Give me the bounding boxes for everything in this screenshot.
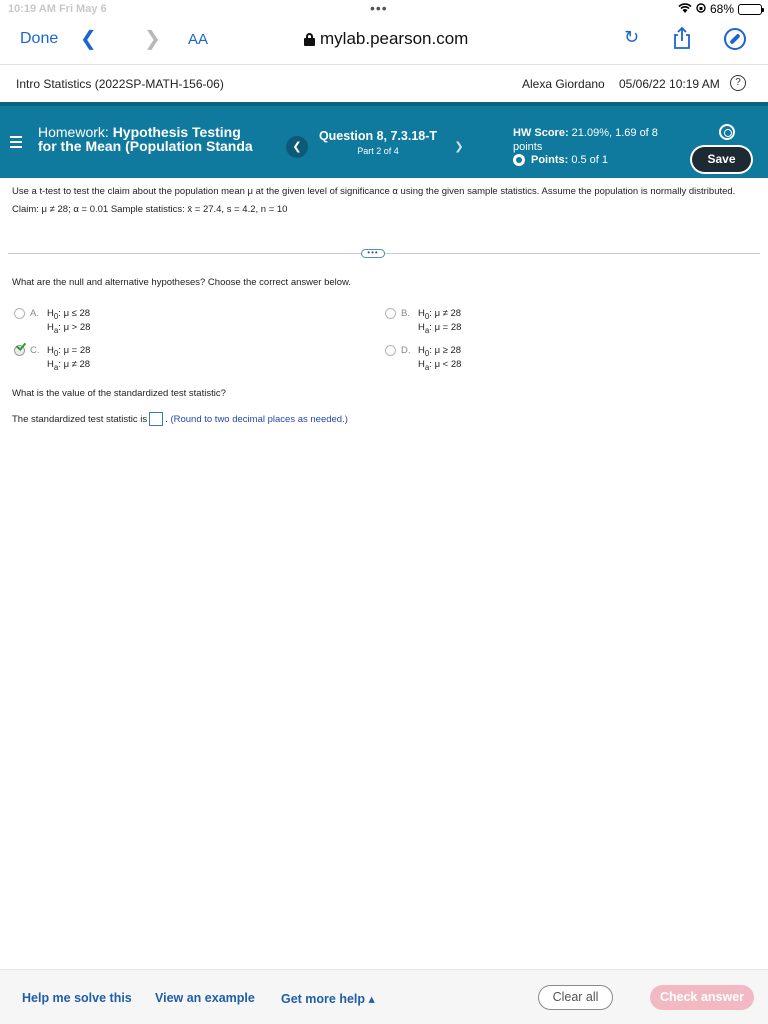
option-d[interactable]: D. H0: μ ≥ 28 Ha: μ < 28 bbox=[385, 344, 685, 372]
previous-question-button[interactable]: ❮ bbox=[286, 136, 308, 158]
view-example-link[interactable]: View an example bbox=[155, 991, 255, 1005]
option-a[interactable]: A. H0: μ ≤ 28 Ha: μ > 28 bbox=[14, 307, 314, 335]
reload-icon[interactable]: ↻ bbox=[624, 27, 639, 48]
ha-text: μ = 28 bbox=[434, 322, 462, 333]
status-bar: 10:19 AM Fri May 6 ••• 68% bbox=[0, 0, 768, 20]
h0-text: μ ≠ 28 bbox=[434, 308, 462, 319]
claim-text: Claim: μ ≠ 28; α = 0.01 Sample statistic… bbox=[12, 204, 288, 215]
answer-row: The standardized test statistic is . (Ro… bbox=[12, 412, 348, 426]
problem-text: Use a t-test to test the claim about the… bbox=[12, 186, 736, 197]
battery-icon bbox=[738, 3, 764, 15]
hw-score-unit: points bbox=[513, 141, 543, 153]
ha-text: μ ≠ 28 bbox=[63, 359, 91, 370]
settings-gear-icon[interactable] bbox=[719, 124, 735, 140]
points-pie-icon bbox=[513, 154, 525, 166]
radio-button[interactable] bbox=[385, 308, 396, 319]
radio-button[interactable] bbox=[385, 345, 396, 356]
expand-problem-button[interactable]: ••• bbox=[361, 249, 385, 258]
user-name: Alexa Giordano bbox=[522, 77, 605, 91]
bottom-action-bar: Help me solve this View an example Get m… bbox=[0, 969, 768, 1024]
option-letter: C. bbox=[30, 345, 40, 356]
question-points: Points: 0.5 of 1 bbox=[513, 154, 608, 166]
hw-score-label: HW Score: bbox=[513, 127, 569, 139]
get-more-help-link[interactable]: Get more help ▴ bbox=[281, 991, 375, 1006]
test-statistic-input[interactable] bbox=[149, 412, 164, 426]
status-right: 68% bbox=[678, 2, 764, 16]
option-c[interactable]: C. H0: μ = 28 Ha: μ ≠ 28 bbox=[14, 340, 314, 372]
url-text: mylab.pearson.com bbox=[320, 29, 469, 48]
alt-hypothesis: Ha: μ > 28 bbox=[47, 322, 91, 335]
option-letter: D. bbox=[401, 345, 411, 356]
h0-text: μ = 28 bbox=[63, 345, 91, 356]
rounding-hint: . (Round to two decimal places as needed… bbox=[165, 413, 348, 425]
points-value: 0.5 of 1 bbox=[568, 154, 609, 166]
battery-percent: 68% bbox=[709, 2, 734, 16]
option-letter: B. bbox=[401, 308, 410, 319]
compass-icon[interactable] bbox=[724, 28, 746, 50]
current-datetime: 05/06/22 10:19 AM bbox=[619, 77, 720, 91]
check-answer-button[interactable]: Check answer bbox=[650, 985, 754, 1010]
option-letter: A. bbox=[30, 308, 39, 319]
question-prompt: What are the null and alternative hypoth… bbox=[12, 277, 352, 288]
save-button[interactable]: Save bbox=[690, 145, 753, 174]
forward-chevron-icon[interactable]: ❯ bbox=[144, 26, 161, 51]
orientation-lock-icon bbox=[696, 2, 706, 16]
question-prompt-2: What is the value of the standardized te… bbox=[12, 388, 226, 399]
help-icon[interactable]: ? bbox=[730, 75, 746, 91]
share-icon[interactable] bbox=[672, 26, 692, 55]
next-question-button[interactable]: ❯ bbox=[448, 136, 470, 158]
multitasking-dots-icon[interactable]: ••• bbox=[370, 1, 388, 15]
browser-toolbar: Done ❮ ❯ AA mylab.pearson.com ↻ bbox=[0, 20, 768, 62]
status-time: 10:19 AM Fri May 6 bbox=[8, 3, 107, 15]
points-label: Points: bbox=[531, 154, 569, 166]
ha-text: μ > 28 bbox=[63, 322, 91, 333]
address-bar[interactable]: mylab.pearson.com bbox=[304, 29, 468, 49]
course-bar: Intro Statistics (2022SP-MATH-156-06) Al… bbox=[0, 64, 768, 102]
alt-hypothesis: Ha: μ < 28 bbox=[418, 359, 462, 372]
alt-hypothesis: Ha: μ ≠ 28 bbox=[47, 359, 91, 372]
question-number: Question 8, 7.3.18-T bbox=[318, 129, 438, 143]
course-title[interactable]: Intro Statistics (2022SP-MATH-156-06) bbox=[16, 77, 224, 91]
homework-header: Homework: Hypothesis Testing for the Mea… bbox=[0, 102, 768, 178]
problem-statement: Use a t-test to test the claim about the… bbox=[12, 186, 756, 215]
h0-text: μ ≥ 28 bbox=[434, 345, 462, 356]
hw-score-value: 21.09%, 1.69 of 8 bbox=[568, 127, 658, 139]
done-button[interactable]: Done bbox=[20, 30, 58, 48]
radio-button[interactable] bbox=[14, 308, 25, 319]
clear-all-button[interactable]: Clear all bbox=[538, 985, 613, 1010]
wifi-icon bbox=[678, 2, 692, 16]
menu-icon[interactable] bbox=[10, 136, 22, 151]
alt-hypothesis: Ha: μ = 28 bbox=[418, 322, 462, 335]
question-part: Part 2 of 4 bbox=[357, 146, 399, 156]
option-b[interactable]: B. H0: μ ≠ 28 Ha: μ = 28 bbox=[385, 307, 685, 335]
lock-icon bbox=[304, 32, 315, 46]
h0-text: μ ≤ 28 bbox=[63, 308, 91, 319]
hw-score: HW Score: 21.09%, 1.69 of 8 points bbox=[513, 126, 658, 154]
save-button-label: Save bbox=[692, 147, 751, 172]
answer-lead: The standardized test statistic is bbox=[12, 413, 148, 425]
question-indicator: Question 8, 7.3.18-T Part 2 of 4 bbox=[318, 129, 438, 156]
text-size-button[interactable]: AA bbox=[188, 31, 208, 48]
back-chevron-icon[interactable]: ❮ bbox=[80, 26, 97, 51]
homework-title: Homework: Hypothesis Testing for the Mea… bbox=[38, 125, 258, 153]
help-me-solve-link[interactable]: Help me solve this bbox=[22, 991, 132, 1005]
ha-text: μ < 28 bbox=[434, 359, 462, 370]
